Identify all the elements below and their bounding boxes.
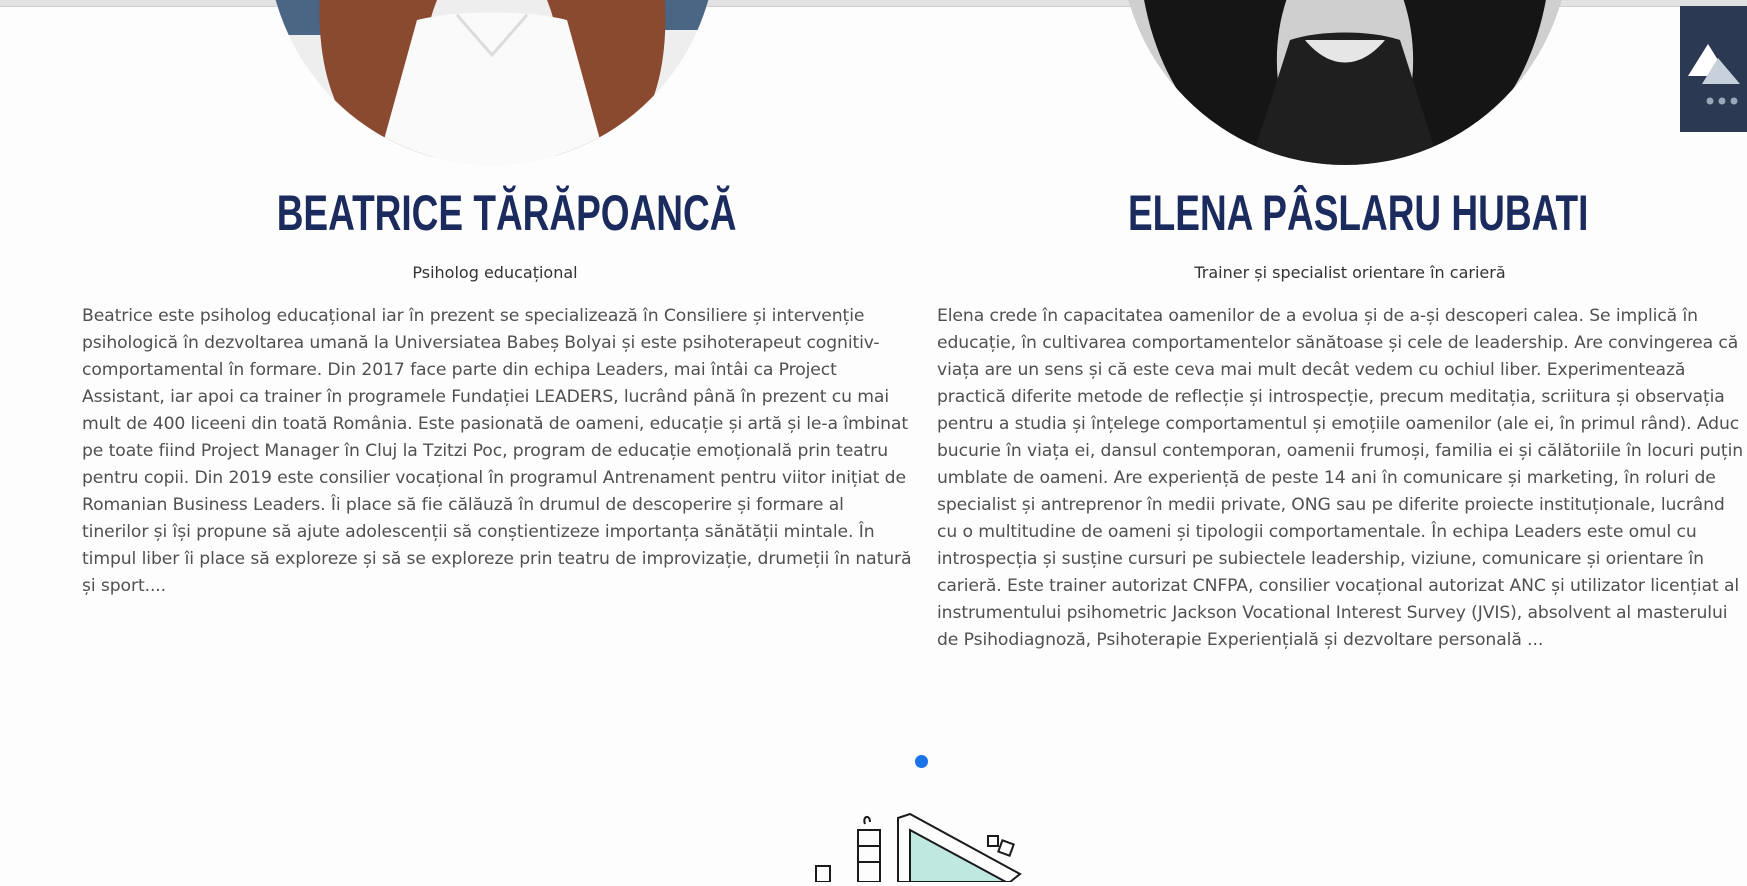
carousel-dot-active[interactable]	[915, 755, 928, 768]
person-bio-elena: Elena crede în capacitatea oamenilor de …	[937, 306, 1744, 650]
more-dots-icon	[1706, 97, 1714, 105]
desk-illustration	[810, 808, 1030, 883]
person-role-beatrice: Psiholog educațional	[412, 263, 578, 282]
logo-triangle-icon	[1688, 44, 1740, 105]
avatar-elena	[1120, 0, 1570, 165]
person-name-elena: ELENA PÂSLARU HUBATI	[1128, 185, 1589, 241]
floating-side-widget[interactable]	[1680, 6, 1747, 132]
person-name-beatrice: BEATRICE TĂRĂPOANCĂ	[276, 185, 737, 241]
person-role-elena: Trainer și specialist orientare în carie…	[1194, 263, 1506, 282]
person-bio-beatrice: Beatrice este psiholog educațional iar î…	[82, 306, 912, 596]
avatar-beatrice	[267, 0, 717, 165]
